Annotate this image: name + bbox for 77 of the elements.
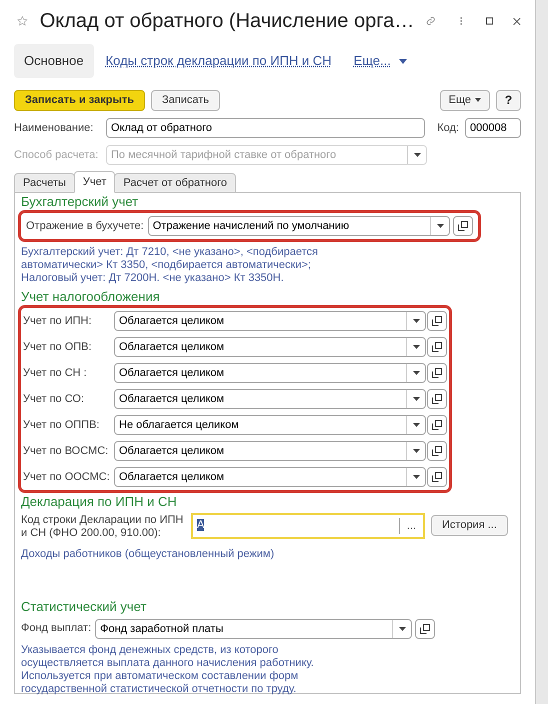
name-field[interactable]: Оклад от обратного bbox=[106, 118, 426, 138]
caret-icon bbox=[398, 58, 407, 64]
dropdown-arrow-icon bbox=[398, 626, 406, 630]
open-button[interactable] bbox=[427, 337, 447, 357]
dropdown-arrow-icon bbox=[412, 449, 420, 453]
window-title: Оклад от обратного (Начисление орга… bbox=[40, 9, 414, 34]
open-button[interactable] bbox=[427, 467, 447, 487]
open-button[interactable] bbox=[427, 311, 447, 331]
caret-icon bbox=[475, 98, 481, 102]
open-icon bbox=[432, 316, 442, 326]
field-label: Способ расчета: bbox=[14, 148, 100, 163]
open-button[interactable] bbox=[427, 441, 447, 461]
nav-tab[interactable]: Основное bbox=[14, 44, 94, 78]
open-button[interactable] bbox=[427, 415, 447, 435]
dropdown-arrow-icon bbox=[412, 319, 420, 323]
open-icon bbox=[432, 472, 442, 482]
save-button[interactable]: Записать bbox=[151, 90, 220, 110]
more-button[interactable]: Еще bbox=[440, 90, 490, 110]
open-button[interactable] bbox=[415, 618, 435, 638]
open-icon bbox=[432, 446, 442, 456]
code-line-field[interactable]: А ... bbox=[191, 513, 425, 539]
choose-button[interactable]: ... bbox=[399, 518, 423, 534]
code-field[interactable]: 000008 bbox=[465, 118, 521, 138]
nav-link[interactable]: Коды строк декларации по ИПН и СН bbox=[104, 51, 334, 71]
field-label: Фонд выплат: bbox=[21, 621, 92, 636]
select-field[interactable]: Облагается целиком bbox=[114, 467, 426, 487]
section-heading: Статистический учет bbox=[21, 598, 148, 614]
tab[interactable]: Расчеты bbox=[14, 173, 75, 193]
select-field[interactable]: Облагается целиком bbox=[114, 311, 426, 331]
more-menu[interactable]: Еще... bbox=[354, 51, 407, 71]
dropdown-arrow-icon bbox=[414, 153, 420, 157]
field-label: Учет по ООСМС: bbox=[23, 470, 111, 485]
section-heading: Бухгалтерский учет bbox=[21, 194, 140, 210]
select-field[interactable]: Облагается целиком bbox=[114, 363, 426, 383]
open-icon bbox=[432, 342, 442, 352]
field-label: Учет по СН : bbox=[23, 366, 88, 381]
select-field[interactable]: Облагается целиком bbox=[114, 389, 426, 409]
dropdown-arrow-icon bbox=[412, 475, 420, 479]
select-field[interactable]: Фонд заработной платы bbox=[95, 618, 412, 638]
dropdown-arrow-icon bbox=[412, 397, 420, 401]
history-button[interactable]: История ... bbox=[431, 515, 508, 536]
dropdown-arrow-icon bbox=[412, 345, 420, 349]
more-icon[interactable] bbox=[460, 14, 462, 28]
open-button[interactable] bbox=[427, 389, 447, 409]
field-label: Код строки Декларации по ИПН и СН (ФНО 200.00, 910.00): bbox=[21, 513, 184, 540]
maximize-icon[interactable] bbox=[486, 15, 494, 27]
field-label: Учет по ОППВ: bbox=[23, 418, 100, 433]
dropdown-arrow-icon bbox=[436, 224, 444, 228]
open-button[interactable] bbox=[453, 216, 473, 236]
help-button[interactable]: ? bbox=[496, 90, 521, 110]
open-icon bbox=[458, 221, 468, 231]
field-label: Учет по ВОСМС: bbox=[23, 444, 110, 459]
field-label: Наименование: bbox=[14, 120, 94, 136]
tab[interactable]: Учет bbox=[74, 171, 116, 193]
field-label: Код: bbox=[437, 120, 459, 136]
dropdown-arrow-icon bbox=[412, 371, 420, 375]
open-icon bbox=[432, 368, 442, 378]
field-label: Учет по СО: bbox=[23, 392, 86, 407]
income-link[interactable]: Доходы работников (общеустановленный режим) bbox=[21, 546, 274, 562]
field-label: Учет по ОПВ: bbox=[23, 340, 93, 355]
field-label: Учет по ИПН: bbox=[23, 314, 93, 329]
hint-text: Указывается фонд денежных средств, из которого осуществляется выплата данного начисления работнику. Используется при автоматическом составлении форм государственной статистической отчетности по труду. bbox=[21, 644, 315, 696]
open-button[interactable] bbox=[427, 363, 447, 383]
hint-text: Бухгалтерский учет: Дт 7210, <не указано>, <подбирается автоматически> Кт 3350, <подбирается автоматически>; Налоговый учет: Дт 7200Н. <не указано> Кт 3350Н. bbox=[21, 246, 319, 285]
section-heading: Декларация по ИПН и СН bbox=[21, 494, 178, 510]
tab[interactable]: Расчет от обратного bbox=[114, 173, 236, 193]
open-icon bbox=[432, 420, 442, 430]
select-field[interactable]: Облагается целиком bbox=[114, 441, 426, 461]
select-field[interactable]: Не облагается целиком bbox=[114, 415, 426, 435]
field-label: Отражение в бухучете: bbox=[26, 218, 144, 234]
select-field[interactable]: Отражение начислений по умолчанию bbox=[148, 216, 450, 236]
open-icon bbox=[420, 624, 430, 634]
save-close-button[interactable]: Записать и закрыть bbox=[14, 90, 146, 110]
select-field[interactable]: Облагается целиком bbox=[114, 337, 426, 357]
open-icon bbox=[432, 394, 442, 404]
section-heading: Учет налогообложения bbox=[21, 289, 161, 305]
dropdown-arrow-icon bbox=[412, 423, 420, 427]
